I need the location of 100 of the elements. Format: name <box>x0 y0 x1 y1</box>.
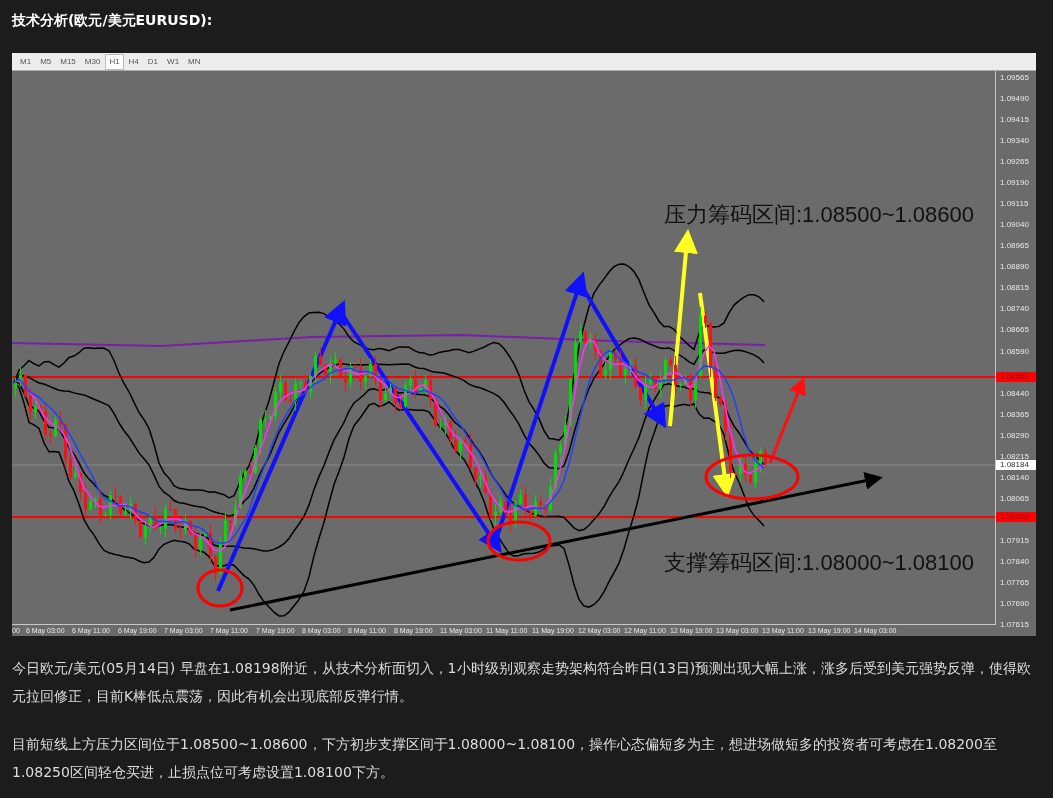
candlestick <box>369 358 372 378</box>
price-label: 1.08140 <box>1000 472 1029 483</box>
candlestick <box>424 374 427 395</box>
candlestick <box>604 360 607 380</box>
price-label: 1.08290 <box>1000 430 1029 441</box>
candlestick <box>744 456 747 483</box>
candlestick <box>514 500 517 529</box>
candlestick <box>644 375 647 409</box>
candlestick <box>304 372 307 393</box>
candlestick <box>704 310 707 329</box>
candlestick <box>479 470 482 488</box>
candlestick <box>69 452 72 481</box>
candlestick <box>289 391 292 405</box>
candlestick <box>174 507 177 533</box>
candlestick <box>129 496 132 521</box>
candlestick <box>759 446 762 474</box>
candlestick <box>539 494 542 511</box>
candlestick <box>504 498 507 517</box>
timeframe-tab[interactable]: M30 <box>80 53 105 70</box>
candlestick <box>164 503 167 538</box>
candlestick <box>134 502 137 527</box>
timeframe-tab[interactable]: H4 <box>124 53 143 70</box>
candlestick <box>119 494 122 517</box>
timeframe-tab[interactable]: W1 <box>163 53 184 70</box>
price-label: 1.07915 <box>1000 535 1029 546</box>
candlestick <box>654 375 657 393</box>
candlestick <box>379 378 382 410</box>
price-badge: 1.08500 <box>996 372 1036 382</box>
candlestick <box>264 409 267 429</box>
price-label: 1.08440 <box>1000 388 1029 399</box>
candlestick <box>79 471 82 502</box>
candlestick <box>529 509 532 524</box>
candlestick <box>484 468 487 495</box>
candlestick <box>199 531 202 557</box>
candlestick <box>549 477 552 514</box>
candlestick <box>49 430 52 445</box>
candlestick <box>509 503 512 533</box>
candlestick <box>374 355 377 386</box>
candlestick <box>114 485 117 506</box>
candlestick <box>489 491 492 521</box>
candlestick <box>169 500 172 512</box>
timeframe-tab[interactable]: D1 <box>143 53 163 70</box>
candlestick <box>679 382 682 392</box>
price-badge: 1.08000 <box>996 512 1036 522</box>
price-label: 1.08590 <box>1000 346 1029 357</box>
candlestick <box>419 386 422 394</box>
price-label: 1.08215 <box>1000 451 1029 462</box>
candlestick <box>429 372 432 409</box>
candlestick <box>584 330 587 345</box>
candlestick <box>624 366 627 384</box>
candlestick <box>664 356 667 385</box>
candlestick <box>24 373 27 398</box>
timeframe-tab[interactable]: M1 <box>16 53 36 70</box>
candlestick <box>299 380 302 390</box>
candlestick <box>579 322 582 351</box>
price-label: 1.09040 <box>1000 220 1029 231</box>
price-label: 1.08740 <box>1000 304 1029 315</box>
candlestick <box>84 483 87 516</box>
candlestick <box>689 372 692 408</box>
timeframe-tab[interactable]: H1 <box>105 53 124 70</box>
candlestick <box>394 385 397 414</box>
price-label: 1.07840 <box>1000 556 1029 567</box>
candlestick <box>279 374 282 403</box>
highlight-circle <box>196 568 244 608</box>
candlestick <box>349 362 352 388</box>
candlestick <box>639 386 642 407</box>
timeframe-tab[interactable]: MN <box>184 53 205 70</box>
candlestick <box>534 494 537 518</box>
candlestick <box>254 444 257 475</box>
price-label: 1.08965 <box>1000 241 1029 252</box>
candlestick <box>224 512 227 547</box>
candlestick <box>749 473 752 485</box>
candlestick <box>284 380 287 404</box>
candlestick <box>269 414 272 421</box>
candlestick <box>589 332 592 350</box>
candlestick <box>334 351 337 367</box>
candlestick <box>19 366 22 387</box>
candlestick <box>459 436 462 461</box>
price-label: 1.08815 <box>1000 283 1029 294</box>
candlestick <box>764 448 767 468</box>
timeframe-tab[interactable]: M15 <box>56 53 80 70</box>
candlestick <box>179 521 182 540</box>
candlestick <box>29 387 32 422</box>
candlestick <box>404 380 407 409</box>
candlestick <box>274 386 277 422</box>
candlestick <box>219 536 222 576</box>
candlestick <box>204 529 207 538</box>
highlight-circle <box>486 520 552 562</box>
candlestick <box>434 398 437 428</box>
candlestick <box>619 349 622 378</box>
candlestick <box>474 466 477 487</box>
candlestick <box>14 377 17 398</box>
candlestick <box>244 469 247 486</box>
candlestick <box>354 363 357 369</box>
candlestick <box>469 432 472 470</box>
candlestick <box>359 357 362 391</box>
candlestick <box>409 375 412 394</box>
candlestick <box>159 525 162 535</box>
candlestick <box>54 415 57 438</box>
timeframe-tab[interactable]: M5 <box>36 53 56 70</box>
